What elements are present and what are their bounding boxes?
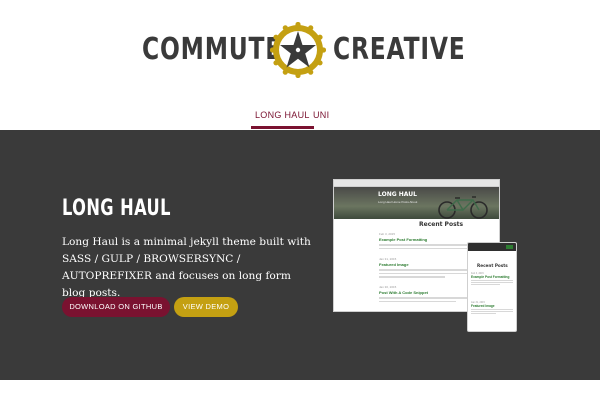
- preview-post-date: Feb 3, 2015: [379, 232, 396, 236]
- mobile-preview-post: Jan 31, 2015 Featured Image: [471, 301, 513, 314]
- mobile-preview-post-title: Featured Image: [471, 304, 495, 308]
- browser-bar: [334, 180, 499, 187]
- preview-site-title: LONG HAUL: [378, 191, 417, 198]
- preview-section-title: Recent Posts: [419, 221, 464, 228]
- hero-description: Long Haul is a minimal jekyll theme buil…: [62, 236, 311, 299]
- nav-item-long-haul[interactable]: LONG HAUL: [251, 110, 314, 129]
- mobile-preview-screenshot: Recent Posts Feb 3, 2015 Example Post Fo…: [467, 242, 517, 332]
- mobile-preview-post: Feb 3, 2015 Example Post Formatting: [471, 272, 513, 285]
- site-logo[interactable]: COMMUTER CREATIVE: [0, 22, 600, 78]
- mobile-preview-section-title: Recent Posts: [477, 263, 508, 268]
- hero-section: LONG HAUL Long Haul is a minimal jekyll …: [0, 130, 600, 380]
- mobile-preview-post-title: Example Post Formatting: [471, 275, 510, 279]
- bicycle-icon: [438, 196, 488, 219]
- preview-nav-links: Long Haul Home Posts About: [378, 200, 418, 204]
- download-on-github-button[interactable]: DOWNLOAD ON GITHUB: [62, 297, 170, 317]
- preview-hero-banner: LONG HAUL Long Haul Home Posts About: [334, 187, 499, 219]
- site-header: COMMUTER CREATIVE LONG HAUL UNI: [0, 0, 600, 130]
- star-gear-icon: [270, 22, 326, 78]
- logo-text-creative: CREATIVE: [333, 32, 466, 67]
- view-demo-button[interactable]: VIEW DEMO: [174, 297, 238, 317]
- page: COMMUTER CREATIVE LONG HAUL UNI LONG HAU…: [0, 0, 600, 400]
- hero-title: LONG HAUL: [62, 196, 171, 221]
- mobile-preview-header: [468, 243, 516, 251]
- main-nav: LONG HAUL UNI: [0, 110, 600, 130]
- nav-item-uni[interactable]: UNI: [313, 110, 329, 120]
